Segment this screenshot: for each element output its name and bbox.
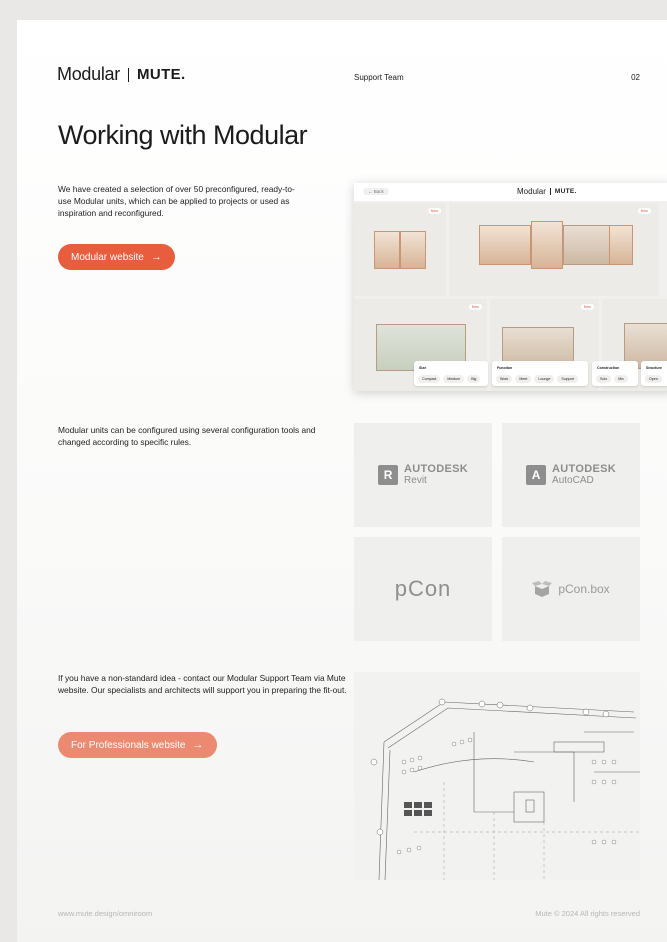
new-tag: New [427,208,441,214]
filter-chip: Medium [443,375,465,383]
preview-logo-modular: Modular [517,187,546,196]
unit-image [609,225,633,265]
new-tag: New [637,208,651,214]
professionals-button-label: For Professionals website [71,739,186,751]
modular-website-button-label: Modular website [71,251,144,263]
brand-divider [127,67,129,82]
pconbox-logo: pCon.box [532,581,610,597]
filter-chip: Meet [515,375,532,383]
preview-tile: New [354,203,446,296]
revit-logo-card: R AUTODESK Revit [354,423,492,527]
arrow-right-icon: → [150,251,162,263]
brand-logo[interactable]: Modular MUTE. [57,64,186,85]
professionals-website-button[interactable]: For Professionals website → [58,732,217,758]
floor-plan-drawing [354,672,640,880]
autocad-product: AutoCAD [552,475,594,486]
filter-chip: Support [557,375,578,383]
filter-structure: Structure Open [641,361,667,386]
preview-logo: Modular MUTE. [517,187,577,196]
autocad-icon: A [526,465,547,485]
modular-website-preview: ← Back Modular MUTE. New New New New Siz… [354,183,667,391]
unit-image [374,231,400,269]
filter-chip: Work [496,375,513,383]
filter-function: Function Work Meet Lounge Support [492,361,588,386]
pcon-logo-card: pCon [354,537,492,641]
filter-label: Size [419,366,427,370]
filter-label: Structure [646,366,662,370]
modular-website-button[interactable]: Modular website → [58,244,175,270]
brand-mute: MUTE. [136,66,186,83]
preview-back-button: ← Back [363,188,389,195]
preview-logo-divider [549,188,551,195]
pconbox-name: pCon.box [558,582,610,596]
filter-chip: Solo [596,375,612,383]
filter-label: Construction [597,366,620,370]
preview-tile: New [449,203,659,296]
autocad-logo-card: A AUTODESK AutoCAD [502,423,640,527]
filter-chip: Mix [614,375,628,383]
footer-url[interactable]: www.mute.design/omniroom [58,909,152,918]
tools-text: Modular units can be configured using se… [58,425,316,447]
filter-chip: Big [467,375,481,383]
intro-text: We have created a selection of over 50 p… [58,184,295,218]
arrow-right-icon: → [192,739,204,751]
brand-modular: Modular [57,64,120,84]
page-number: 02 [631,73,640,82]
new-tag: New [468,304,482,310]
preview-header: ← Back Modular MUTE. [354,183,667,201]
box-icon [532,581,553,597]
filter-chip: Lounge [534,375,555,383]
unit-image [479,225,531,265]
autocad-brand: AUTODESK [552,463,616,475]
filter-size: Size Compact Medium Big [414,361,488,386]
revit-icon: R [378,465,399,485]
filter-chip: Open [645,375,662,383]
revit-logo: R AUTODESK Revit [378,464,468,486]
autocad-logo: A AUTODESK AutoCAD [526,464,616,486]
footer-copyright: Mute © 2024 All rights reserved [535,909,640,918]
new-tag: New [580,304,594,310]
unit-image [563,225,610,265]
professionals-text: If you have a non-standard idea - contac… [58,673,347,695]
preview-logo-mute: MUTE. [554,188,577,195]
page-title: Working with Modular [58,120,308,150]
pcon-logo: pCon [394,576,452,601]
filter-label: Function [497,366,513,370]
header-section-label: Support Team [354,73,404,82]
unit-image [400,231,426,269]
page: Modular MUTE. Support Team 02 Working wi… [17,20,667,942]
revit-product: Revit [404,475,427,486]
pconbox-logo-card: pCon.box [502,537,640,641]
filter-chip: Compact [418,375,441,383]
floor-plan-svg [370,698,640,880]
revit-brand: AUTODESK [404,463,468,475]
unit-image [531,221,563,269]
filter-construction: Construction Solo Mix [592,361,638,386]
